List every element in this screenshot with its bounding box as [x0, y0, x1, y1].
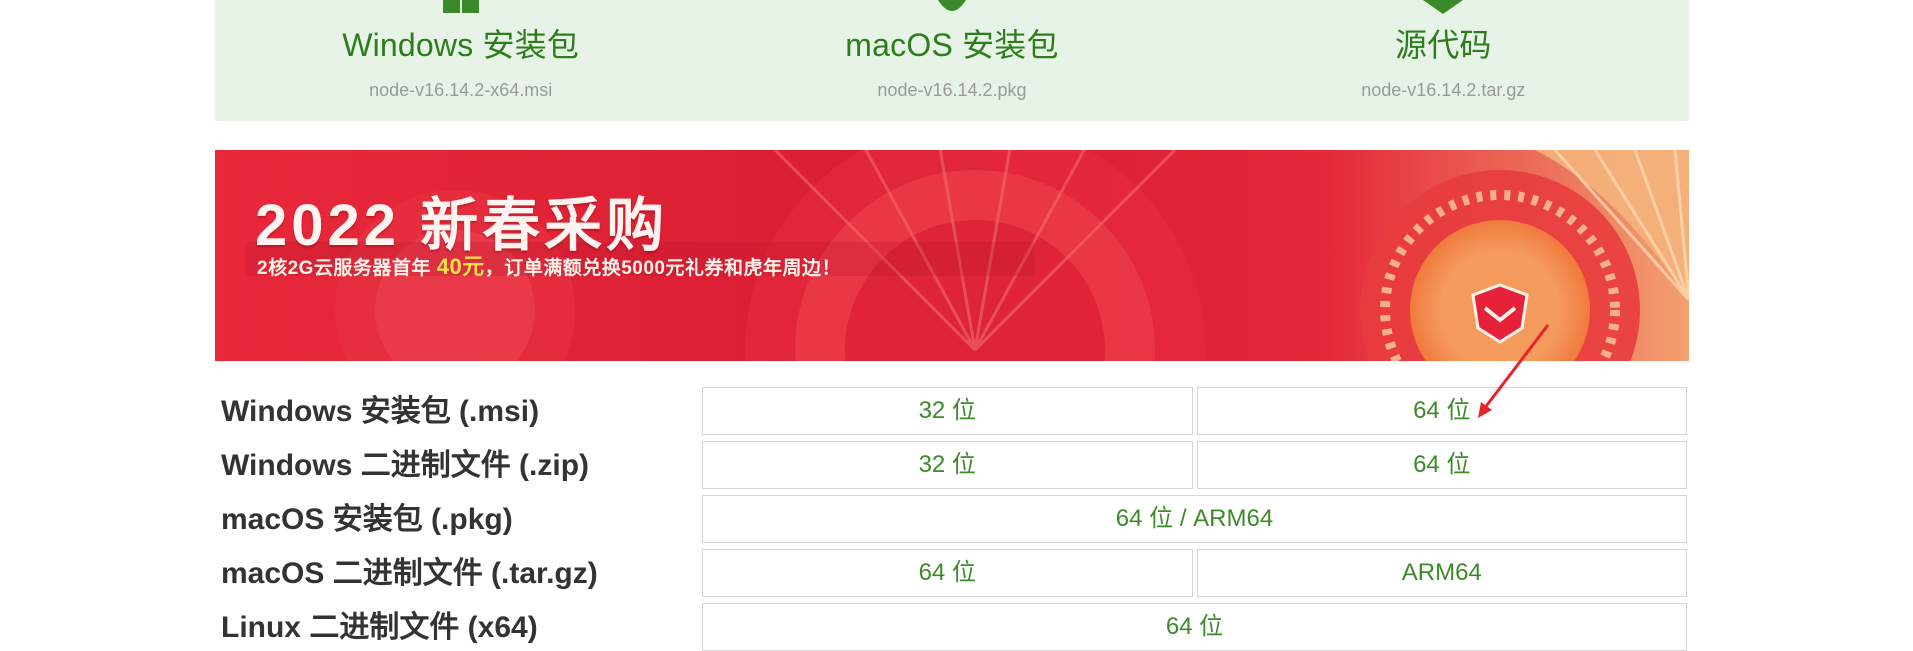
- row-cells: 64 位: [702, 603, 1687, 651]
- macos-pkg-link[interactable]: 64 位 / ARM64: [702, 495, 1687, 543]
- box-icon: [1423, 0, 1464, 14]
- row-cells: 64 位 ARM64: [702, 549, 1687, 597]
- apple-icon: [937, 0, 966, 11]
- windows-zip-32bit-link[interactable]: 32 位: [702, 441, 1193, 489]
- row-cells: 32 位 64 位: [702, 441, 1687, 489]
- row-label-windows-msi: Windows 安装包 (.msi): [221, 395, 540, 428]
- download-page: Windows 安装包 node-v16.14.2-x64.msi macOS …: [0, 0, 1913, 651]
- row-label-macos-pkg: macOS 安装包 (.pkg): [221, 503, 513, 536]
- promo-banner[interactable]: 2022 新春采购 2核2G云服务器首年 40元，订单满额兑换5000元礼券和虎…: [215, 150, 1689, 361]
- row-cells: 32 位 64 位: [702, 387, 1687, 435]
- macos-tar-64bit-link[interactable]: 64 位: [702, 549, 1193, 597]
- banner-subtitle-text: 2核2G云服务器首年: [257, 258, 437, 279]
- source-code-card[interactable]: 源代码 node-v16.14.2.tar.gz: [1198, 0, 1689, 121]
- windows-installer-card[interactable]: Windows 安装包 node-v16.14.2-x64.msi: [215, 0, 706, 121]
- macos-installer-card[interactable]: macOS 安装包 node-v16.14.2.pkg: [706, 0, 1197, 121]
- row-cells: 64 位 / ARM64: [702, 495, 1687, 543]
- table-row: Windows 二进制文件 (.zip) 32 位 64 位: [215, 439, 1689, 493]
- windows-icon: [442, 0, 479, 13]
- windows-installer-filename: node-v16.14.2-x64.msi: [369, 80, 553, 100]
- table-row: Windows 安装包 (.msi) 32 位 64 位: [215, 385, 1689, 439]
- windows-msi-64bit-link[interactable]: 64 位: [1196, 387, 1687, 435]
- linux-x64-64bit-link[interactable]: 64 位: [702, 603, 1687, 651]
- download-table: Windows 安装包 (.msi) 32 位 64 位 Windows 二进制…: [215, 385, 1689, 651]
- macos-tar-arm64-link[interactable]: ARM64: [1196, 549, 1687, 597]
- download-cards: Windows 安装包 node-v16.14.2-x64.msi macOS …: [215, 0, 1689, 121]
- row-label-linux-x64: Linux 二进制文件 (x64): [221, 611, 538, 644]
- source-code-title: 源代码: [1395, 27, 1492, 63]
- macos-installer-filename: node-v16.14.2.pkg: [877, 80, 1027, 100]
- banner-subtitle-tail: ，订单满额兑换5000元礼券和虎年周边！: [484, 258, 841, 279]
- table-row: macOS 安装包 (.pkg) 64 位 / ARM64: [215, 493, 1689, 547]
- row-label-macos-tar: macOS 二进制文件 (.tar.gz): [221, 557, 598, 590]
- banner-subtitle: 2核2G云服务器首年 40元，订单满额兑换5000元礼券和虎年周边！: [257, 249, 841, 281]
- windows-installer-title: Windows 安装包: [342, 27, 580, 63]
- row-label-windows-zip: Windows 二进制文件 (.zip): [221, 449, 590, 482]
- table-row: macOS 二进制文件 (.tar.gz) 64 位 ARM64: [215, 547, 1689, 601]
- macos-installer-title: macOS 安装包: [845, 27, 1059, 63]
- banner-price-highlight: 40元: [436, 254, 485, 279]
- windows-zip-64bit-link[interactable]: 64 位: [1196, 441, 1687, 489]
- windows-msi-32bit-link[interactable]: 32 位: [702, 387, 1193, 435]
- table-row: Linux 二进制文件 (x64) 64 位: [215, 601, 1689, 651]
- source-code-filename: node-v16.14.2.tar.gz: [1361, 80, 1526, 100]
